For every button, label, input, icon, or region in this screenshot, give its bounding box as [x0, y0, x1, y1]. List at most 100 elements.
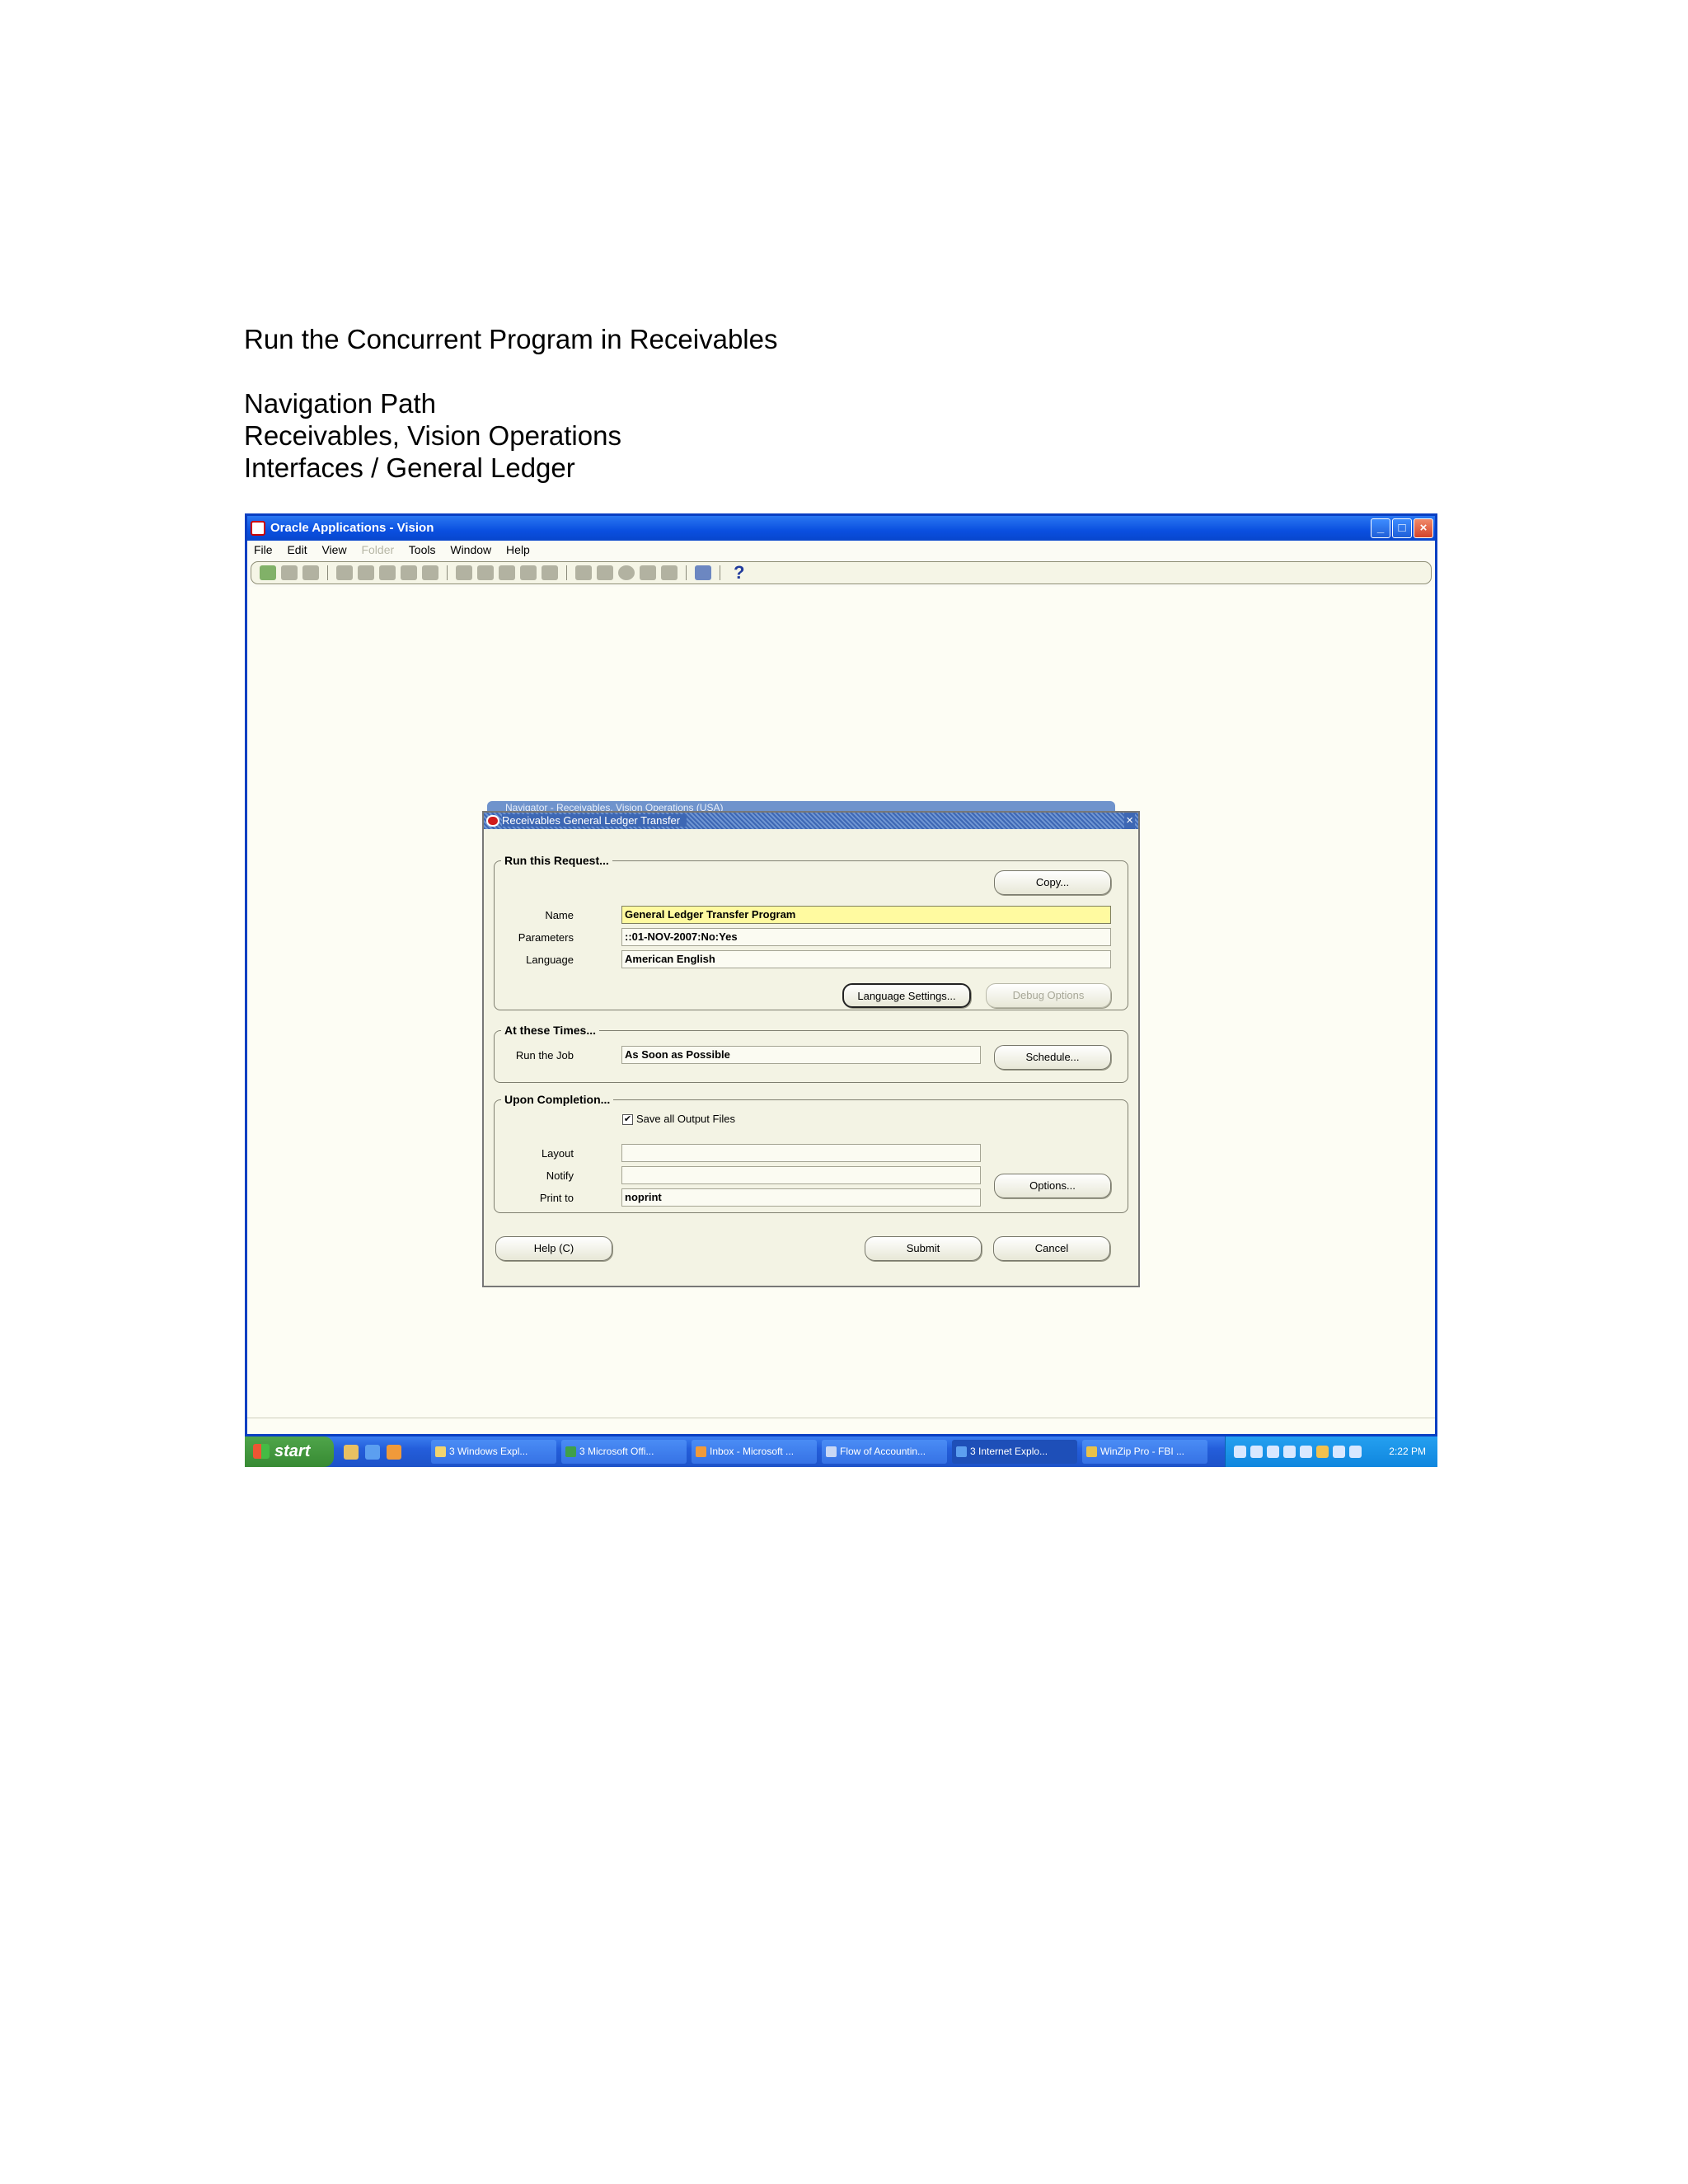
zoom-icon[interactable] [597, 565, 613, 580]
document-title: Run the Concurrent Program in Receivable… [244, 324, 778, 354]
copy-icon[interactable] [477, 565, 494, 580]
window-help-icon[interactable] [695, 565, 711, 580]
dialog-titlebar[interactable]: Receivables General Ledger Transfer × [484, 813, 1138, 829]
options-button[interactable]: Options... [994, 1174, 1111, 1198]
help-button[interactable]: Help (C) [495, 1236, 612, 1261]
quicklaunch-ie-icon[interactable] [365, 1445, 380, 1460]
menu-window[interactable]: Window [450, 543, 491, 556]
quicklaunch-app-icon[interactable] [344, 1445, 359, 1460]
system-tray: 2:22 PM [1225, 1436, 1437, 1467]
run-job-field[interactable]: As Soon as Possible [621, 1046, 981, 1064]
submit-button[interactable]: Submit [865, 1236, 982, 1261]
tray-outlook-icon[interactable] [1316, 1446, 1329, 1458]
tray-volume-icon[interactable] [1333, 1446, 1345, 1458]
schedule-button[interactable]: Schedule... [994, 1045, 1111, 1070]
notify-field[interactable] [621, 1166, 981, 1184]
tray-info-icon[interactable] [1283, 1446, 1296, 1458]
app-title: Oracle Applications - Vision [270, 521, 434, 535]
navigation-path-line-2: Interfaces / General Ledger [244, 452, 575, 483]
navigation-path-heading: Navigation Path [244, 388, 436, 419]
oracle-icon [486, 815, 499, 827]
taskbar-button-internet-explorer[interactable]: 3 Internet Explo... [952, 1440, 1077, 1464]
workspace: Navigator - Receivables, Vision Operatio… [247, 587, 1435, 1434]
menu-help[interactable]: Help [506, 543, 530, 556]
paste-icon[interactable] [499, 565, 515, 580]
close-form-icon[interactable] [401, 565, 417, 580]
minimize-icon[interactable]: _ [1371, 518, 1390, 538]
window-controls: _ □ × [1371, 518, 1433, 538]
status-bar [247, 1418, 1435, 1434]
tray-messenger-icon[interactable] [1349, 1446, 1362, 1458]
menu-view[interactable]: View [321, 543, 346, 556]
copy-button[interactable]: Copy... [994, 870, 1111, 895]
clear-record-icon[interactable] [520, 565, 537, 580]
taskbar-button-winzip[interactable]: WinZip Pro - FBI ... [1082, 1440, 1207, 1464]
ie-icon [956, 1446, 967, 1457]
notify-label: Notify [546, 1169, 574, 1182]
menu-file[interactable]: File [254, 543, 273, 556]
taskbar-button-inbox[interactable]: Inbox - Microsoft ... [692, 1440, 817, 1464]
name-field[interactable]: General Ledger Transfer Program [621, 906, 1111, 924]
save-icon[interactable] [336, 565, 353, 580]
parameters-field[interactable]: ::01-NOV-2007:No:Yes [621, 928, 1111, 946]
document-icon [826, 1446, 837, 1457]
tray-network-icon[interactable] [1250, 1446, 1263, 1458]
dialog-close-icon[interactable]: × [1124, 813, 1135, 829]
language-settings-button[interactable]: Language Settings... [842, 983, 971, 1008]
navigation-path-block: Navigation Path Receivables, Vision Oper… [244, 387, 621, 484]
print-to-field[interactable]: noprint [621, 1188, 981, 1207]
toolbar-strip: ? [251, 561, 1432, 584]
at-these-times-legend: At these Times... [504, 1024, 597, 1037]
taskbar-button-windows-explorer[interactable]: 3 Windows Expl... [431, 1440, 556, 1464]
menu-edit[interactable]: Edit [287, 543, 307, 556]
language-field[interactable]: American English [621, 950, 1111, 968]
outlook-icon [696, 1446, 706, 1457]
toolbar-separator [327, 565, 328, 580]
next-step-icon[interactable] [358, 565, 374, 580]
windows-taskbar: start 3 Windows Expl... 3 Microsoft Offi… [245, 1436, 1437, 1467]
tray-help-icon[interactable] [1267, 1446, 1279, 1458]
dialog-title: Receivables General Ledger Transfer [502, 814, 687, 827]
parameters-label: Parameters [518, 931, 574, 944]
new-record-icon[interactable] [422, 565, 438, 580]
taskbar-button-microsoft-office[interactable]: 3 Microsoft Offi... [561, 1440, 687, 1464]
app-titlebar[interactable]: Oracle Applications - Vision _ □ × [247, 516, 1435, 541]
close-icon[interactable]: × [1414, 518, 1433, 538]
edit-field-icon[interactable] [575, 565, 592, 580]
oracle-applications-window: Oracle Applications - Vision _ □ × File … [245, 513, 1437, 1436]
winzip-icon [1086, 1446, 1097, 1457]
print-icon[interactable] [379, 565, 396, 580]
start-label: start [274, 1442, 311, 1460]
new-icon[interactable] [260, 565, 276, 580]
at-these-times-section: At these Times... Run the Job As Soon as… [494, 1024, 1128, 1083]
start-button[interactable]: start [245, 1436, 334, 1467]
toolbar-separator [447, 565, 448, 580]
find-icon[interactable] [281, 565, 298, 580]
maximize-icon[interactable]: □ [1392, 518, 1412, 538]
save-output-checkbox[interactable]: ✔ [622, 1114, 633, 1125]
layout-field[interactable] [621, 1144, 981, 1162]
folder-tools-icon[interactable] [661, 565, 678, 580]
upon-completion-section: Upon Completion... ✔ Save all Output Fil… [494, 1093, 1128, 1213]
cut-icon[interactable] [456, 565, 472, 580]
quicklaunch-outlook-icon[interactable] [387, 1445, 401, 1460]
taskbar-clock[interactable]: 2:22 PM [1389, 1436, 1426, 1467]
help-icon[interactable]: ? [734, 564, 744, 582]
cancel-button[interactable]: Cancel [993, 1236, 1110, 1261]
save-output-label[interactable]: Save all Output Files [636, 1113, 735, 1125]
tray-security-icon[interactable] [1300, 1446, 1312, 1458]
menu-tools[interactable]: Tools [409, 543, 436, 556]
excel-icon [565, 1446, 576, 1457]
name-label: Name [545, 909, 574, 921]
screenshot: Oracle Applications - Vision _ □ × File … [245, 513, 1437, 1467]
taskbar-button-flow-of-accounting[interactable]: Flow of Accountin... [822, 1440, 947, 1464]
windows-flag-icon [253, 1444, 270, 1459]
folder-icon [435, 1446, 446, 1457]
navigation-path-line-1: Receivables, Vision Operations [244, 420, 621, 451]
delete-record-icon[interactable] [542, 565, 558, 580]
tray-tool-icon[interactable] [1234, 1446, 1246, 1458]
translations-icon[interactable] [618, 565, 635, 580]
attachments-icon[interactable] [640, 565, 656, 580]
gl-transfer-dialog: Receivables General Ledger Transfer × Ru… [482, 811, 1140, 1287]
show-navigator-icon[interactable] [302, 565, 319, 580]
